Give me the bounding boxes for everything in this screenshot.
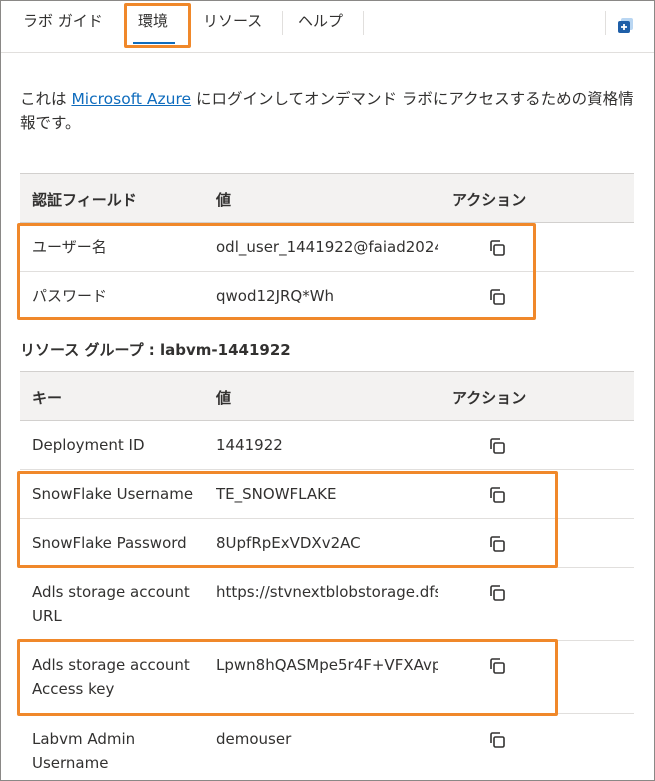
tab-resources[interactable]: リソース: [203, 10, 262, 31]
header-action: アクション: [452, 191, 527, 209]
tab-separator: [605, 11, 606, 35]
table-row: Labvm Admin Username demouser: [20, 714, 634, 781]
tab-lab-guide[interactable]: ラボ ガイド: [23, 10, 103, 31]
row-key-line1: Labvm Admin: [32, 730, 136, 748]
popout-icon[interactable]: [617, 17, 635, 35]
header-field: 認証フィールド: [32, 191, 137, 209]
row-key-line2: URL: [32, 607, 62, 625]
row-key: Deployment ID: [32, 436, 145, 454]
row-key-line2: Username: [32, 754, 109, 772]
tab-separator: [282, 11, 283, 35]
table-header: キー 値 アクション: [20, 371, 634, 421]
row-value: 1441922: [216, 436, 283, 454]
table-header: 認証フィールド 値 アクション: [20, 173, 634, 223]
azure-link[interactable]: Microsoft Azure: [71, 90, 191, 108]
copy-icon[interactable]: [487, 436, 507, 456]
intro-text: これは Microsoft Azure にログインしてオンデマンド ラボにアクセ…: [20, 87, 635, 135]
tab-highlight-box: [124, 3, 191, 48]
copy-icon[interactable]: [487, 583, 507, 603]
header-key: キー: [32, 389, 63, 407]
tab-help[interactable]: ヘルプ: [298, 10, 343, 31]
credentials-highlight-box: [17, 223, 536, 320]
header-value: 値: [216, 389, 232, 407]
row-value: demouser: [216, 730, 292, 748]
tab-bar: ラボ ガイド 環境 リソース ヘルプ: [1, 1, 654, 53]
tab-separator: [363, 11, 364, 35]
table-row: Adls storage account URL https://stvnext…: [20, 568, 634, 641]
row-key-line1: Adls storage account: [32, 583, 190, 601]
copy-icon[interactable]: [487, 730, 507, 750]
intro-prefix: これは: [20, 90, 72, 108]
table-row: Deployment ID 1441922: [20, 421, 634, 470]
resource-group-title: リソース グループ : labvm-1441922: [20, 341, 291, 359]
header-value: 値: [216, 191, 232, 209]
header-action: アクション: [452, 389, 527, 407]
row-value: https://stvnextblobstorage.dfs.c: [216, 583, 438, 601]
snowflake-highlight-box: [17, 471, 558, 568]
access-key-highlight-box: [17, 639, 558, 716]
